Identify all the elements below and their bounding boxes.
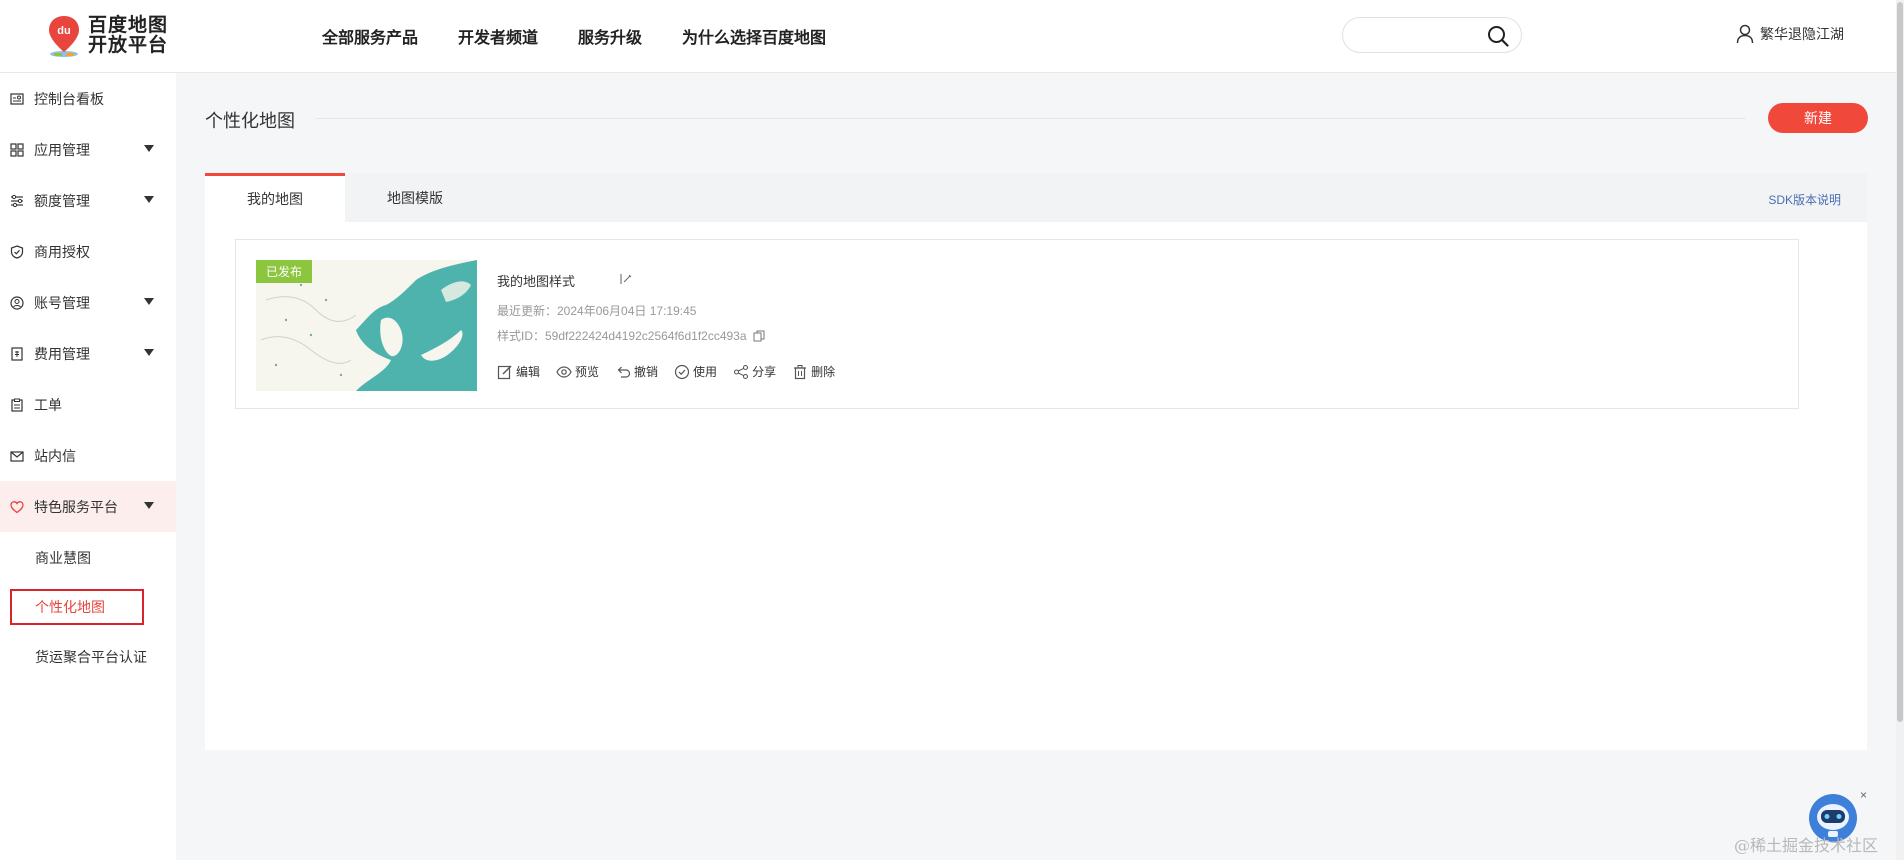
copy-icon[interactable] bbox=[753, 330, 765, 342]
location-pin-icon: du bbox=[49, 16, 79, 57]
sidebar-item-messages[interactable]: 站内信 bbox=[0, 430, 176, 481]
action-label: 使用 bbox=[693, 365, 718, 379]
sidebar-item-work-order[interactable]: 工单 bbox=[0, 379, 176, 430]
published-badge: 已发布 bbox=[256, 260, 313, 283]
user-circle-icon bbox=[10, 295, 24, 310]
nav-developer-channel[interactable]: 开发者频道 bbox=[458, 24, 538, 48]
map-thumbnail[interactable]: 已发布 bbox=[256, 260, 477, 391]
title-divider bbox=[316, 118, 1746, 119]
page-scrollbar[interactable] bbox=[1896, 0, 1904, 860]
svg-text:du: du bbox=[57, 25, 70, 37]
check-circle-icon bbox=[674, 364, 690, 379]
main-nav: 全部服务产品 开发者频道 服务升级 为什么选择百度地图 bbox=[322, 0, 866, 72]
caret-down-icon bbox=[144, 502, 154, 509]
sidebar-item-label: 费用管理 bbox=[34, 345, 90, 362]
nav-all-products[interactable]: 全部服务产品 bbox=[322, 24, 418, 48]
logo-text: 百度地图 开放平台 bbox=[88, 16, 168, 56]
nav-why-baidu-map[interactable]: 为什么选择百度地图 bbox=[682, 24, 826, 48]
action-label: 预览 bbox=[575, 365, 600, 379]
sidebar-item-label: 账号管理 bbox=[34, 294, 90, 311]
username: 繁华退隐江湖 bbox=[1760, 26, 1844, 42]
style-id-row: 样式ID：59df222424d4192c2564f6d1f2cc493a bbox=[497, 327, 765, 344]
last-updated: 最近更新：2024年06月04日 17:19:45 bbox=[497, 304, 697, 318]
sliders-icon bbox=[10, 194, 24, 208]
top-bar: du 百度地图 开放平台 全部服务产品 开发者频道 服务升级 为什么选择百度地图… bbox=[0, 0, 1904, 73]
tab-label: 我的地图 bbox=[247, 191, 303, 207]
nav-service-upgrade[interactable]: 服务升级 bbox=[578, 24, 642, 48]
sidebar-item-label: 特色服务平台 bbox=[34, 498, 118, 515]
close-icon[interactable]: × bbox=[1860, 788, 1867, 802]
action-label: 分享 bbox=[752, 365, 777, 379]
new-button[interactable]: 新建 bbox=[1768, 103, 1868, 133]
caret-down-icon bbox=[144, 196, 154, 203]
search-box bbox=[1342, 17, 1522, 53]
share-button[interactable]: 分享 bbox=[733, 363, 776, 380]
clipboard-icon bbox=[10, 398, 24, 412]
use-button[interactable]: 使用 bbox=[674, 363, 717, 380]
map-panel: 我的地图 地图模版 SDK版本说明 已发布 我的地图样式 最近更新：2024年0… bbox=[205, 173, 1867, 750]
grid-icon bbox=[10, 142, 24, 157]
rename-icon[interactable] bbox=[619, 272, 633, 286]
revoke-button[interactable]: 撤销 bbox=[615, 363, 658, 380]
logo-line-1: 百度地图 bbox=[88, 15, 169, 36]
trash-icon bbox=[794, 364, 807, 379]
mail-icon bbox=[10, 449, 24, 463]
card-actions: 编辑 预览 撤销 使用 分享 删除 bbox=[497, 363, 851, 380]
tab-label: 地图模版 bbox=[387, 189, 443, 206]
action-label: 编辑 bbox=[516, 365, 541, 379]
sidebar-item-featured-services[interactable]: 特色服务平台 bbox=[0, 481, 176, 532]
sidebar-subitem-freight-certification[interactable]: 货运聚合平台认证 bbox=[35, 647, 147, 667]
sidebar-item-billing-management[interactable]: 费用管理 bbox=[0, 328, 176, 379]
sidebar-item-label: 控制台看板 bbox=[34, 90, 104, 107]
tab-bar: 我的地图 地图模版 SDK版本说明 bbox=[205, 173, 1867, 222]
preview-button[interactable]: 预览 bbox=[556, 363, 599, 380]
user-menu[interactable]: 繁华退隐江湖 bbox=[1736, 24, 1844, 44]
baidu-map-logo[interactable]: du 百度地图 开放平台 bbox=[44, 14, 168, 58]
sidebar-item-account-management[interactable]: 账号管理 bbox=[0, 277, 176, 328]
share-icon bbox=[734, 364, 749, 379]
watermark: @稀土掘金技术社区 bbox=[1734, 836, 1879, 855]
dashboard-icon bbox=[10, 92, 24, 106]
logo-line-2: 开放平台 bbox=[88, 35, 169, 56]
style-name: 我的地图样式 bbox=[497, 274, 576, 289]
map-style-card: 已发布 我的地图样式 最近更新：2024年06月04日 17:19:45 样式I… bbox=[235, 239, 1799, 409]
sidebar-subitem-business-insight[interactable]: 商业慧图 bbox=[35, 548, 91, 568]
search-input[interactable] bbox=[1357, 26, 1481, 46]
caret-down-icon bbox=[144, 298, 154, 305]
sdk-version-link[interactable]: SDK版本说明 bbox=[1768, 191, 1841, 208]
heart-icon bbox=[10, 500, 24, 514]
sidebar-item-label: 站内信 bbox=[34, 447, 76, 464]
user-icon bbox=[1736, 24, 1754, 44]
annotation-highlight-box bbox=[10, 589, 144, 625]
eye-icon bbox=[556, 365, 572, 378]
sidebar-item-app-management[interactable]: 应用管理 bbox=[0, 124, 176, 175]
scrollbar-thumb[interactable] bbox=[1897, 2, 1903, 722]
caret-down-icon bbox=[144, 349, 154, 356]
action-label: 撤销 bbox=[634, 365, 659, 379]
delete-button[interactable]: 删除 bbox=[792, 363, 835, 380]
caret-down-icon bbox=[144, 145, 154, 152]
search-icon[interactable] bbox=[1487, 25, 1509, 47]
edit-icon bbox=[497, 365, 512, 379]
sidebar-item-label: 应用管理 bbox=[34, 141, 90, 158]
sidebar: 控制台看板 应用管理 额度管理 商用授权 账号管理 费用管理 工单 站内信 特色… bbox=[0, 73, 176, 860]
sidebar-item-label: 额度管理 bbox=[34, 192, 90, 209]
sidebar-item-label: 商用授权 bbox=[34, 243, 90, 260]
style-id: 样式ID：59df222424d4192c2564f6d1f2cc493a bbox=[497, 329, 747, 343]
tab-map-templates[interactable]: 地图模版 bbox=[345, 173, 485, 222]
action-label: 删除 bbox=[811, 365, 836, 379]
undo-icon bbox=[617, 366, 631, 378]
sidebar-item-dashboard[interactable]: 控制台看板 bbox=[0, 73, 176, 124]
sidebar-item-label: 工单 bbox=[34, 396, 62, 413]
tab-my-maps[interactable]: 我的地图 bbox=[205, 173, 345, 222]
sidebar-item-commercial-license[interactable]: 商用授权 bbox=[0, 226, 176, 277]
page-title: 个性化地图 bbox=[205, 111, 295, 131]
sidebar-item-quota-management[interactable]: 额度管理 bbox=[0, 175, 176, 226]
edit-button[interactable]: 编辑 bbox=[497, 363, 540, 380]
shield-check-icon bbox=[10, 244, 24, 259]
bill-icon bbox=[10, 346, 24, 361]
